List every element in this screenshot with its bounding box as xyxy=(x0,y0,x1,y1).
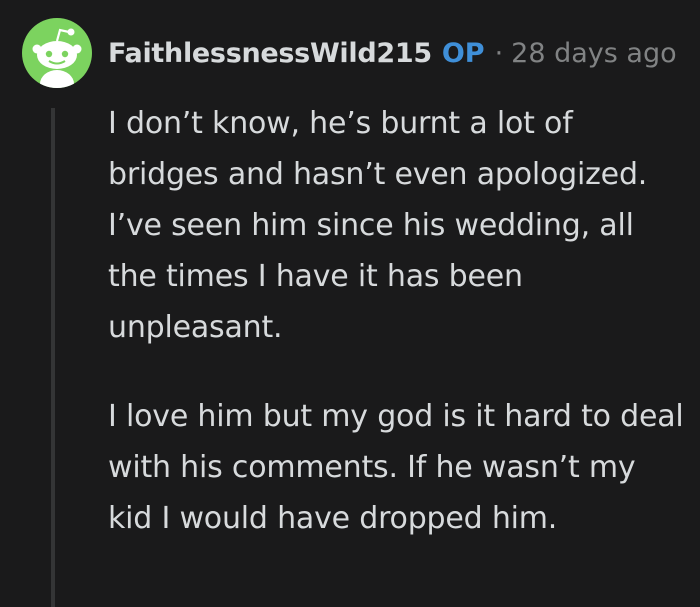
comment-paragraph: I love him but my god is it hard to deal… xyxy=(108,399,684,536)
reddit-snoo-avatar-icon xyxy=(32,28,82,88)
comment-paragraph: I don’t know, he’s burnt a lot of bridge… xyxy=(108,106,648,345)
comment-body: I don’t know, he’s burnt a lot of bridge… xyxy=(108,98,688,582)
user-avatar[interactable] xyxy=(22,18,92,88)
meta-separator: · xyxy=(494,37,504,69)
op-badge: OP xyxy=(441,37,485,69)
thread-line[interactable] xyxy=(51,108,55,607)
comment-meta: FaithlessnessWild215 OP · 28 days ago xyxy=(108,38,677,69)
comment-timestamp[interactable]: 28 days ago xyxy=(511,38,676,69)
comment-header: FaithlessnessWild215 OP · 28 days ago xyxy=(22,18,677,88)
username-link[interactable]: FaithlessnessWild215 xyxy=(108,38,432,69)
comment-card: FaithlessnessWild215 OP · 28 days ago I … xyxy=(0,0,700,607)
